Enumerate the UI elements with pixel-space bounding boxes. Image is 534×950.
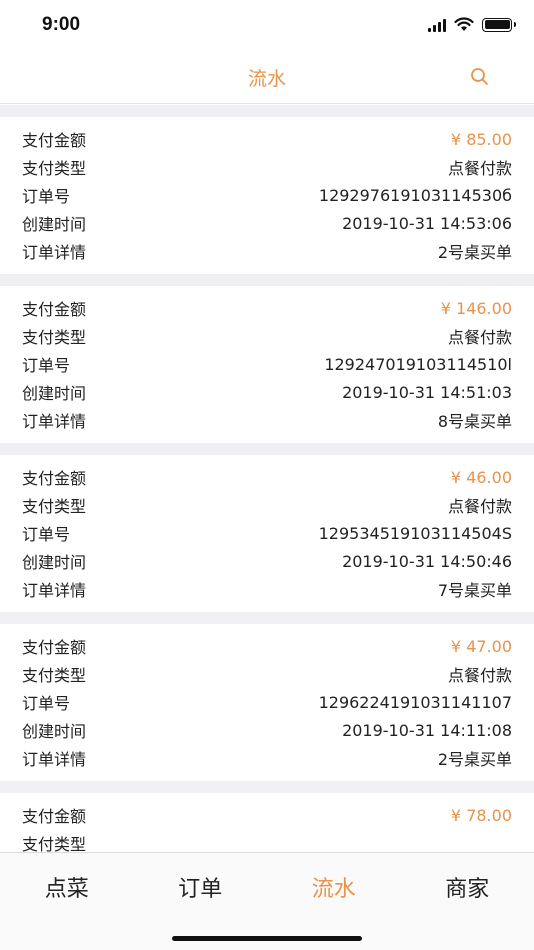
record-row-time: 创建时间 2019-10-31 14:53:06	[22, 209, 512, 237]
tab-2[interactable]: 流水	[267, 853, 401, 921]
amount-label: 支付金额	[22, 469, 87, 488]
battery-icon	[482, 17, 516, 32]
status-icons	[428, 17, 516, 32]
order-label: 订单号	[22, 187, 71, 206]
detail-label: 订单详情	[22, 243, 87, 262]
type-label: 支付类型	[22, 328, 87, 347]
amount-value: ¥ 78.00	[450, 805, 512, 825]
order-label: 订单号	[22, 356, 71, 375]
transaction-card[interactable]: 支付金额¥ 78.00支付类型订单号创建时间订单详情	[0, 793, 534, 852]
type-label: 支付类型	[22, 666, 87, 685]
time-label: 创建时间	[22, 553, 87, 572]
time-label: 创建时间	[22, 384, 87, 403]
order-label: 订单号	[22, 525, 71, 544]
tab-1[interactable]: 订单	[134, 853, 268, 921]
wifi-icon	[454, 17, 474, 31]
amount-value: ¥ 47.00	[450, 636, 512, 656]
record-row-order: 订单号 129297619103114530б	[22, 181, 512, 209]
type-value: 点餐付款	[447, 159, 512, 178]
time-value: 2019-10-31 14:11:08	[342, 720, 512, 740]
record-row-time: 创建时间 2019-10-31 14:50:46	[22, 547, 512, 575]
order-value: 129247019103114510l	[324, 354, 512, 374]
time-label: 创建时间	[22, 722, 87, 741]
type-label: 支付类型	[22, 159, 87, 178]
detail-label: 订单详情	[22, 581, 87, 600]
transaction-card[interactable]: 支付金额 ¥ 47.00 支付类型 点餐付款订单号 129622419103114110…	[0, 624, 534, 781]
amount-value: ¥ 46.00	[450, 467, 512, 487]
transaction-card[interactable]: 支付金额 ¥ 46.00 支付类型 点餐付款订单号 129534519103114504…	[0, 455, 534, 612]
type-value: 点餐付款	[447, 666, 512, 685]
nav-bar: 流水	[0, 52, 534, 104]
record-row-detail: 订单详情 2号桌买单	[22, 744, 512, 772]
amount-label: 支付金额	[22, 807, 87, 826]
record-row-order: 订单号 129534519103114504S	[22, 519, 512, 547]
amount-label: 支付金额	[22, 638, 87, 657]
record-row-order: 订单号 1296224191031141107	[22, 688, 512, 716]
tab-0[interactable]: 点菜	[0, 853, 134, 921]
record-row-amount: 支付金额 ¥ 47.00	[22, 632, 512, 660]
type-value: 点餐付款	[447, 497, 512, 516]
time-value: 2019-10-31 14:51:03	[342, 382, 512, 402]
detail-value: 2号桌买单	[437, 750, 512, 769]
record-row-type: 支付类型 点餐付款	[22, 660, 512, 688]
record-row-type: 支付类型 点餐付款	[22, 491, 512, 519]
transaction-list[interactable]: 支付金额 ¥ 85.00 支付类型 点餐付款 订单号 129297619103114530…	[0, 105, 534, 852]
record-row-type: 支付类型 点餐付款	[22, 153, 512, 181]
record-row-time: 创建时间 2019-10-31 14:51:03	[22, 378, 512, 406]
order-label: 订单号	[22, 694, 71, 713]
time-value: 2019-10-31 14:53:06	[342, 213, 512, 233]
detail-value: 8号桌买单	[437, 412, 512, 431]
type-label: 支付类型	[22, 835, 87, 852]
amount-value: ¥ 146.00	[440, 298, 512, 318]
page-title: 流水	[247, 68, 286, 90]
home-indicator	[172, 936, 362, 941]
record-row-amount: 支付金额 ¥ 46.00	[22, 463, 512, 491]
amount-value: ¥ 85.00	[450, 129, 512, 149]
record-row-detail: 订单详情 8号桌买单	[22, 406, 512, 434]
detail-label: 订单详情	[22, 412, 87, 431]
detail-value: 7号桌买单	[437, 581, 512, 600]
order-value: 129534519103114504S	[318, 523, 512, 543]
tabs: 点菜 订单 流水 商家	[0, 853, 534, 921]
type-label: 支付类型	[22, 497, 87, 516]
cellular-signal-icon	[428, 18, 446, 32]
order-value: 1296224191031141107	[318, 692, 512, 712]
search-icon[interactable]	[468, 65, 492, 89]
record-row-order: 订单号 129247019103114510l	[22, 350, 512, 378]
order-value: 129297619103114530б	[318, 185, 512, 205]
record-row-type: 支付类型 点餐付款	[22, 322, 512, 350]
record-row-detail: 订单详情 7号桌买单	[22, 575, 512, 603]
type-value: 点餐付款	[447, 328, 512, 347]
time-label: 创建时间	[22, 215, 87, 234]
record-row-detail: 订单详情 2号桌买单	[22, 237, 512, 265]
transaction-card[interactable]: 支付金额 ¥ 85.00 支付类型 点餐付款订单号 129297619103114530…	[0, 117, 534, 274]
tab-bar: 点菜 订单 流水 商家	[0, 852, 534, 950]
record-row-amount: 支付金额 ¥ 85.00	[22, 125, 512, 153]
time-value: 2019-10-31 14:50:46	[342, 551, 512, 571]
status-bar: 9:00	[0, 0, 534, 52]
record-row-time: 创建时间 2019-10-31 14:11:08	[22, 716, 512, 744]
amount-label: 支付金额	[22, 300, 87, 319]
record-row-amount: 支付金额 ¥ 78.00	[22, 801, 512, 829]
record-row-type: 支付类型	[22, 829, 512, 852]
amount-label: 支付金额	[22, 131, 87, 150]
tab-3[interactable]: 商家	[401, 853, 534, 921]
status-time: 9:00	[42, 14, 81, 35]
detail-value: 2号桌买单	[437, 243, 512, 262]
detail-label: 订单详情	[22, 750, 87, 769]
transaction-card[interactable]: 支付金额 ¥ 146.00 支付类型 点餐付款订单号 12924701910311451…	[0, 286, 534, 443]
record-row-amount: 支付金额 ¥ 146.00	[22, 294, 512, 322]
